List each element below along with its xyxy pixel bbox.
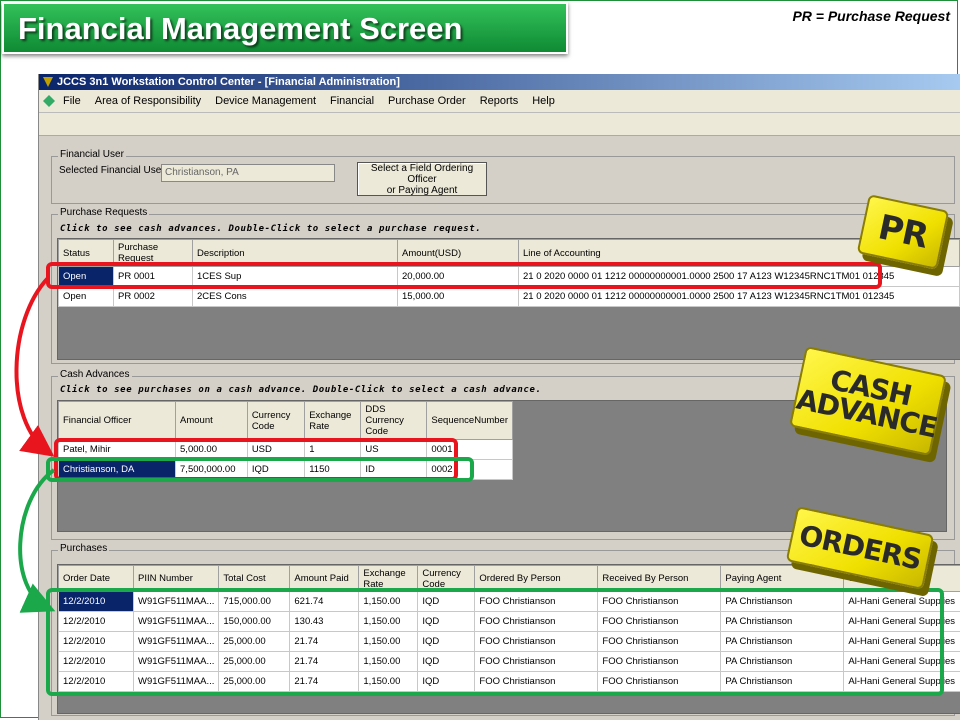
cash-to-orders-arrow bbox=[18, 468, 56, 613]
pr-to-cash-arrow bbox=[14, 276, 55, 457]
pr-callout-text: PR bbox=[874, 207, 932, 257]
